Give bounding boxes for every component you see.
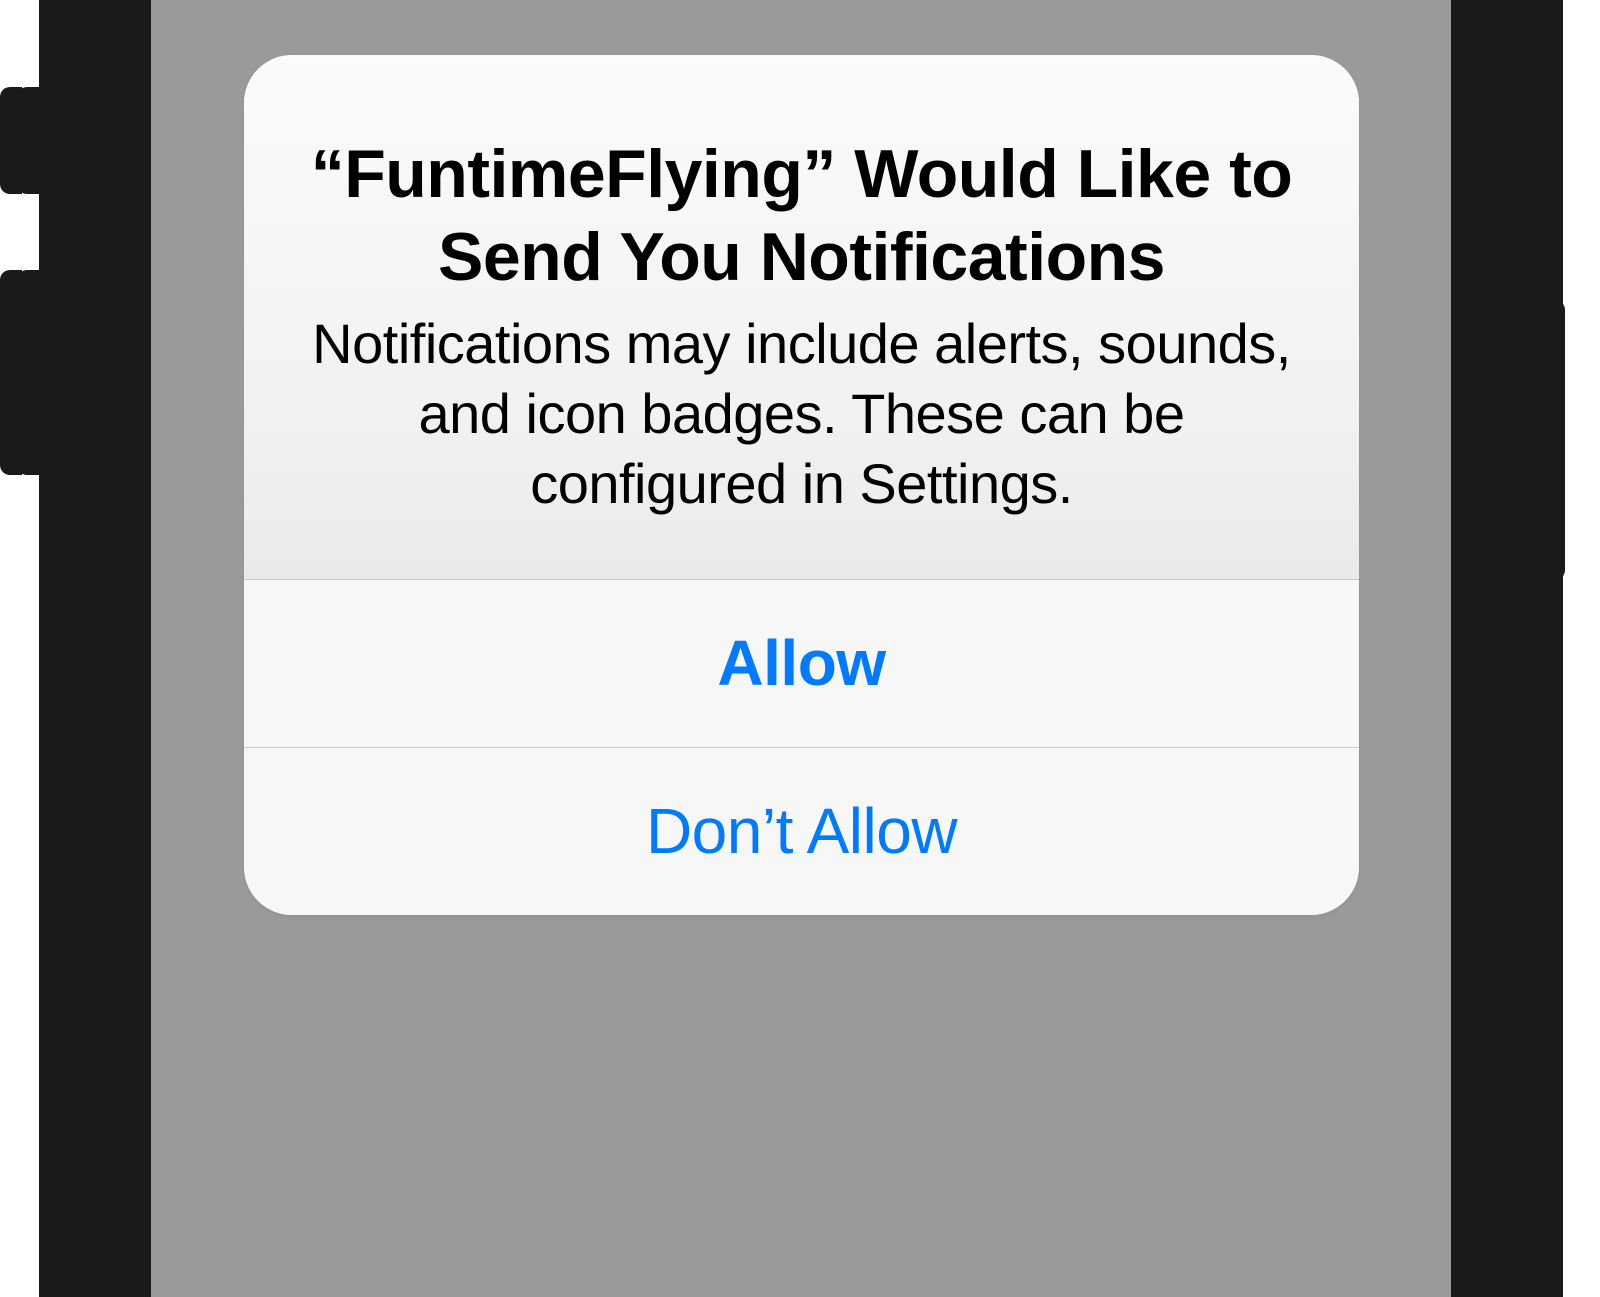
- phone-screen: D “FuntimeFlying” Would Like to Send You…: [151, 0, 1451, 1297]
- alert-title: “FuntimeFlying” Would Like to Send You N…: [299, 133, 1304, 299]
- allow-button[interactable]: Allow: [244, 579, 1359, 747]
- notification-permission-alert: “FuntimeFlying” Would Like to Send You N…: [244, 55, 1359, 915]
- alert-message: Notifications may include alerts, sounds…: [299, 309, 1304, 519]
- page-edge-left: [0, 0, 39, 1297]
- dont-allow-button[interactable]: Don’t Allow: [244, 747, 1359, 915]
- alert-button-group: Allow Don’t Allow: [244, 579, 1359, 915]
- phone-power-button: [1543, 300, 1565, 580]
- page-edge-right: [1563, 0, 1600, 1297]
- alert-content: “FuntimeFlying” Would Like to Send You N…: [244, 55, 1359, 579]
- phone-frame: D “FuntimeFlying” Would Like to Send You…: [39, 0, 1563, 1297]
